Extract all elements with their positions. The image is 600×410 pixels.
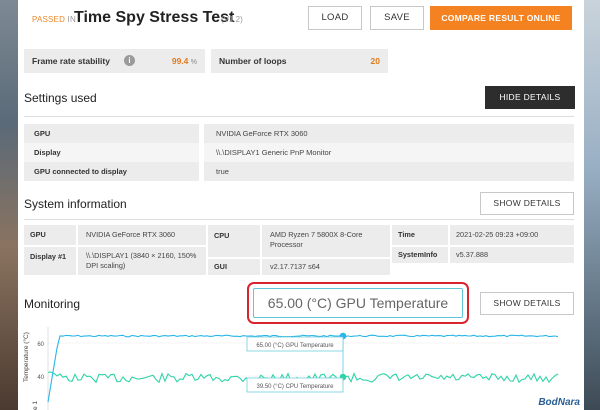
status-badge: PASSED IN: [32, 15, 76, 24]
settings-key: GPU: [24, 124, 199, 143]
hide-details-button[interactable]: HIDE DETAILS: [485, 86, 575, 109]
sys-gui-value: v2.17.7137 s64: [262, 259, 390, 275]
settings-value: NVIDIA GeForce RTX 3060: [204, 124, 574, 143]
sys-time-value: 2021-02-25 09:23 +09:00: [450, 225, 574, 245]
background-right: [582, 0, 600, 410]
settings-used-title: Settings used: [24, 91, 97, 105]
system-information-title: System information: [24, 197, 127, 211]
settings-value: \\.\DISPLAY1 Generic PnP Monitor: [204, 143, 574, 162]
result-panel: PASSED IN Time Spy Stress Test (V1.2) LO…: [18, 0, 584, 410]
settings-row: GPU NVIDIA GeForce RTX 3060: [24, 124, 574, 143]
sys-gui-key: GUI: [208, 259, 260, 275]
monitoring-show-details-button[interactable]: SHOW DETAILS: [480, 292, 574, 315]
settings-row: GPU connected to display true: [24, 162, 574, 181]
info-icon[interactable]: i: [124, 55, 135, 66]
sys-systeminfo-key: SystemInfo: [392, 247, 448, 263]
divider: [24, 219, 574, 220]
result-header: PASSED IN Time Spy Stress Test (V1.2) LO…: [18, 0, 584, 40]
number-of-loops-box: Number of loops 20: [211, 49, 388, 73]
version-label: (V1.2): [221, 15, 243, 24]
divider: [24, 116, 574, 117]
monitoring-title: Monitoring: [24, 297, 81, 311]
sys-systeminfo-value: v5.37.888: [450, 247, 574, 263]
y-axis-label: Temperature (°C): [22, 332, 30, 382]
settings-row: Display \\.\DISPLAY1 Generic PnP Monitor: [24, 143, 574, 162]
settings-key: Display: [24, 143, 199, 162]
frame-rate-stability-box: Frame rate stability i 99.4 %: [24, 49, 205, 73]
settings-key: GPU connected to display: [24, 162, 199, 181]
gpu-tooltip-text: 65.00 (°C) GPU Temperature: [256, 343, 334, 349]
sys-display-value: \\.\DISPLAY1 (3840 × 2160, 150% DPI scal…: [78, 247, 206, 275]
number-of-loops-value: 20: [370, 56, 380, 66]
frame-rate-axis-label: e 1: [32, 401, 39, 410]
settings-value: true: [204, 162, 574, 181]
y-tick-label: 60: [37, 342, 44, 348]
cpu-tooltip-text: 39.50 (°C) CPU Temperature: [257, 384, 335, 390]
gpu-temperature-tooltip-large: 65.00 (°C) GPU Temperature: [253, 288, 463, 318]
sys-gpu-value: NVIDIA GeForce RTX 3060: [78, 225, 206, 245]
sys-gpu-key: GPU: [24, 225, 76, 245]
load-button[interactable]: LOAD: [308, 6, 362, 30]
sys-time-key: Time: [392, 225, 448, 245]
system-show-details-button[interactable]: SHOW DETAILS: [480, 192, 574, 215]
watermark-logo: BodNara: [538, 397, 580, 408]
save-button[interactable]: SAVE: [370, 6, 424, 30]
frame-rate-stability-label: Frame rate stability: [32, 56, 110, 66]
number-of-loops-label: Number of loops: [219, 56, 287, 66]
frame-rate-stability-value: 99.4 %: [171, 56, 197, 66]
temperature-chart: Temperature (°C) e 1 60 40 65.00 (°C) GP…: [22, 327, 559, 410]
y-tick-label: 40: [37, 375, 44, 381]
page-title: Time Spy Stress Test: [74, 9, 235, 26]
highlighted-tooltip: 65.00 (°C) GPU Temperature: [247, 282, 469, 324]
compare-result-online-button[interactable]: COMPARE RESULT ONLINE: [430, 6, 572, 30]
sys-display-key: Display #1: [24, 247, 76, 275]
sys-cpu-key: CPU: [208, 225, 260, 257]
sys-cpu-value: AMD Ryzen 7 5800X 8-Core Processor: [262, 225, 390, 257]
